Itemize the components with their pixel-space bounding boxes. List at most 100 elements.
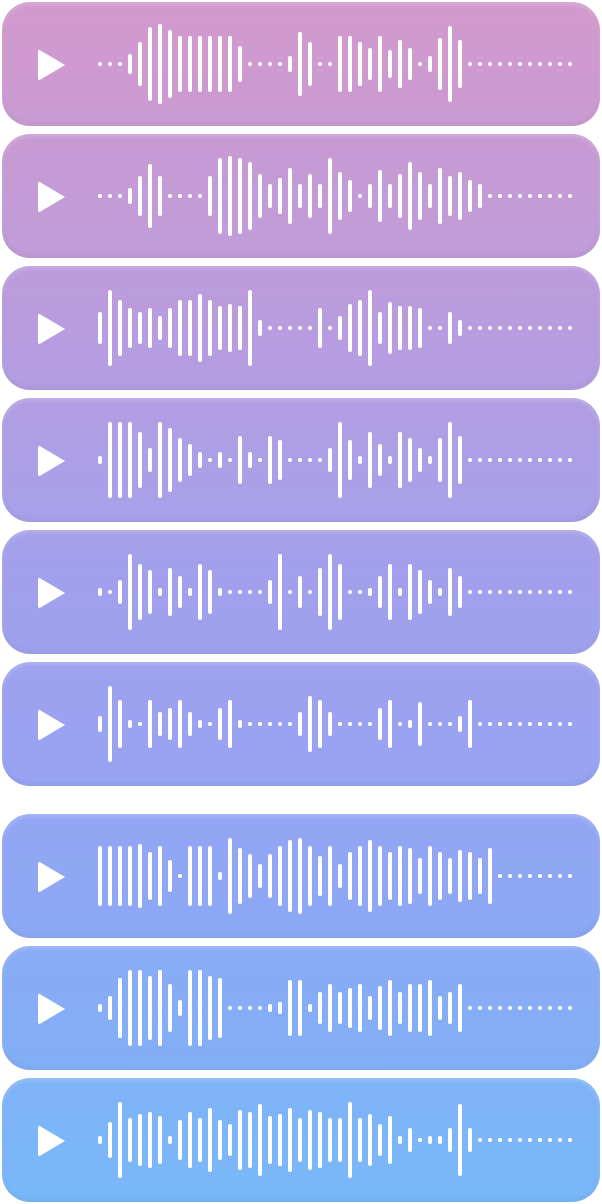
voice-message-bubble[interactable] [2,946,600,1070]
waveform-bar [268,854,272,898]
waveform-bar [218,588,222,596]
waveform-bar [118,422,122,498]
waveform-bar [518,62,522,66]
waveform-bar [98,1004,102,1012]
waveform-bar [378,170,382,222]
waveform-bar [118,300,122,356]
play-icon[interactable] [38,1125,65,1157]
waveform[interactable] [98,552,574,632]
waveform[interactable] [98,684,574,764]
waveform[interactable] [98,24,574,104]
waveform-bar [438,438,442,482]
waveform[interactable] [98,836,574,916]
waveform-bar [568,722,572,726]
waveform[interactable] [98,968,574,1048]
play-icon[interactable] [38,49,65,81]
waveform-bar [488,590,492,594]
waveform-bar [518,590,522,594]
waveform-bar [138,844,142,908]
waveform-bar [318,856,322,896]
waveform-bar [338,422,342,498]
waveform-bar [498,590,502,594]
waveform-bar [298,980,302,1036]
waveform-bar [438,722,442,726]
waveform-bar [98,716,102,732]
waveform-bar [368,48,372,80]
voice-message-bubble[interactable] [2,662,600,786]
waveform-bar [438,996,442,1020]
waveform-bar [208,300,212,356]
waveform-bar [158,970,162,1046]
waveform-bar [208,176,212,216]
waveform[interactable] [98,288,574,368]
waveform-bar [288,56,292,72]
waveform-bar [408,720,412,728]
play-icon[interactable] [38,861,65,893]
waveform-bar [528,62,532,66]
waveform-bar [218,306,222,350]
waveform-bar [478,858,482,894]
play-icon[interactable] [38,577,65,609]
waveform-bar [408,564,412,620]
play-icon[interactable] [38,709,65,741]
waveform-bar [458,40,462,88]
waveform-bar [138,312,142,344]
waveform-bar [398,722,402,726]
waveform-bar [208,1108,212,1172]
waveform-bar [548,590,552,594]
waveform[interactable] [98,420,574,500]
waveform-bar [358,194,362,198]
waveform-bar [298,1118,302,1162]
waveform[interactable] [98,1100,574,1180]
waveform-bar [348,590,352,594]
waveform[interactable] [98,156,574,236]
voice-message-bubble[interactable] [2,134,600,258]
waveform-bar [328,1118,332,1162]
waveform-bar [538,874,542,878]
waveform-bar [508,722,512,726]
waveform-bar [108,686,112,762]
waveform-bar [168,1136,172,1144]
play-icon[interactable] [38,313,65,345]
waveform-bar [178,36,182,92]
play-icon[interactable] [38,445,65,477]
waveform-bar [418,702,422,746]
waveform-bar [198,452,202,468]
waveform-bar [248,722,252,726]
waveform-bar [238,1006,242,1010]
waveform-bar [158,846,162,906]
voice-message-bubble[interactable] [2,530,600,654]
waveform-bar [458,1104,462,1176]
waveform-bar [528,874,532,878]
waveform-bar [458,436,462,484]
play-icon[interactable] [38,993,65,1025]
waveform-bar [318,184,322,208]
voice-message-bubble[interactable] [2,814,600,938]
voice-message-bubble[interactable] [2,398,600,522]
waveform-bar [568,194,572,198]
waveform-bar [558,194,562,198]
waveform-bar [308,174,312,218]
waveform-bar [308,590,312,594]
waveform-bar [168,308,172,348]
voice-message-bubble[interactable] [2,1078,600,1202]
voice-message-bubble[interactable] [2,2,600,126]
waveform-bar [358,300,362,356]
waveform-bar [378,1124,382,1156]
waveform-bar [138,722,142,726]
waveform-bar [568,62,572,66]
waveform-bar [348,852,352,900]
voice-message-bubble[interactable] [2,266,600,390]
waveform-bar [448,176,452,216]
waveform-bar [458,576,462,608]
waveform-bar [368,184,372,208]
waveform-bar [118,1102,122,1178]
waveform-bar [258,458,262,462]
waveform-bar [298,458,302,462]
waveform-bar [548,326,552,330]
waveform-bar [388,700,392,748]
play-icon[interactable] [38,181,65,213]
waveform-bar [308,1110,312,1170]
waveform-bar [248,1112,252,1168]
waveform-bar [178,194,182,198]
